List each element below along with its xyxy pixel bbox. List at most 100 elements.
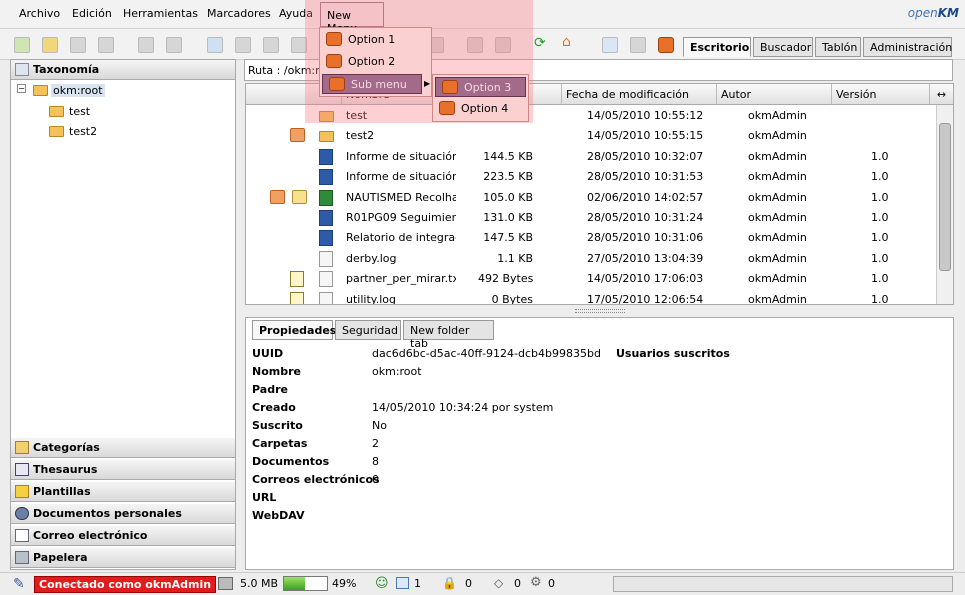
users-count: 1	[414, 577, 421, 590]
menu-submenu[interactable]: Sub menu	[322, 74, 422, 94]
tag-icon[interactable]: ◇	[494, 576, 503, 590]
cell-name[interactable]: utility.log	[346, 293, 456, 304]
cell-size: 147.5 KB	[483, 231, 533, 245]
tab-tablon[interactable]: Tablón	[815, 37, 861, 57]
lock-icon[interactable]	[138, 37, 154, 53]
tab-propiedades[interactable]: Propiedades	[252, 320, 336, 340]
section-papelera[interactable]: Papelera	[11, 548, 235, 568]
scrollbar-thumb[interactable]	[939, 123, 951, 271]
new-menu-toolbar-icon[interactable]	[658, 37, 674, 53]
cell-author: okmAdmin	[748, 251, 807, 265]
cell-name[interactable]: R01PG09 Seguimiento	[346, 211, 456, 224]
folder-icon	[319, 131, 334, 143]
edit-icon[interactable]	[235, 37, 251, 53]
download-icon[interactable]	[70, 37, 86, 53]
table-row[interactable]: derby.log 1.1 KB 27/05/2010 13:04:39 okmAdm…	[246, 249, 936, 269]
table-row[interactable]: partner_per_mirar.txt 492 Bytes 14/05/2010…	[246, 269, 936, 289]
prop-value: 0	[372, 473, 379, 486]
printer-icon[interactable]	[630, 37, 646, 53]
option-label: Sub menu	[351, 78, 407, 91]
tab-escritorio[interactable]: Escritorio	[683, 37, 751, 57]
splitter-handle[interactable]	[575, 309, 625, 313]
cell-name[interactable]: Relatorio de integraça	[346, 231, 456, 244]
collapse-icon[interactable]: −	[17, 84, 26, 93]
prop-value: 14/05/2010 10:34:24 por system	[372, 401, 554, 414]
taxonomy-header[interactable]: Taxonomía	[11, 60, 235, 80]
properties-panel: Propiedades Seguridad New folder tab UUI…	[245, 317, 954, 570]
section-documentos-personales[interactable]: Documentos personales	[11, 504, 235, 524]
unlock-icon[interactable]	[166, 37, 182, 53]
prop-label: WebDAV	[252, 509, 305, 522]
scanner-icon[interactable]	[602, 37, 618, 53]
menu-option-1[interactable]: Option 1	[320, 30, 431, 50]
word-doc-icon	[319, 148, 333, 165]
section-correo[interactable]: Correo electrónico	[11, 526, 235, 546]
menu-marcadores[interactable]: Marcadores	[207, 7, 271, 20]
left-panel: Taxonomía − okm:root test test2 Categorí…	[10, 59, 236, 570]
cell-name[interactable]: Informe de situación	[346, 170, 456, 183]
file-icon	[319, 291, 333, 304]
menu-herramientas[interactable]: Herramientas	[123, 7, 198, 20]
openkm-logo: openKM	[907, 6, 959, 20]
column-resize-icon[interactable]: ↔	[930, 84, 953, 105]
home-icon[interactable]: ⌂	[562, 34, 578, 50]
table-row[interactable]: test2 14/05/2010 10:55:15 okmAdmin	[246, 126, 936, 146]
table-row[interactable]: NAUTISMED Recolha 105.0 KB 02/06/2010 14:0…	[246, 188, 936, 208]
download-pdf-icon[interactable]	[98, 37, 114, 53]
menu-new-menu[interactable]: New Menu	[320, 2, 384, 35]
tree-item-test[interactable]: test	[69, 105, 90, 118]
menu-option-2[interactable]: Option 2	[320, 52, 431, 72]
cell-name[interactable]: NAUTISMED Recolha	[346, 191, 456, 204]
connected-badge: Conectado como okmAdmin	[34, 576, 217, 593]
excel-doc-icon	[319, 189, 333, 206]
checkin-icon[interactable]	[263, 37, 279, 53]
table-row[interactable]: Informe de situación 223.5 KB 28/05/2010 1…	[246, 167, 936, 187]
col-header-author[interactable]: Autor	[717, 84, 832, 105]
storage-progress	[283, 576, 328, 591]
find-folder-icon[interactable]	[42, 37, 58, 53]
cog-icon[interactable]: ⚙	[530, 575, 542, 590]
table-row[interactable]: Informe de situación 144.5 KB 28/05/2010 1…	[246, 147, 936, 167]
menu-option-3[interactable]: Option 3	[435, 77, 526, 97]
menu-edicion[interactable]: Edición	[72, 7, 112, 20]
refresh-icon[interactable]: ⟳	[534, 35, 550, 51]
section-categorias[interactable]: Categorías	[11, 438, 235, 458]
envelope-icon	[15, 529, 29, 542]
tab-new-folder[interactable]: New folder tab	[403, 320, 494, 350]
cell-name[interactable]: partner_per_mirar.txt	[346, 272, 456, 285]
col-header-date[interactable]: Fecha de modificación	[562, 84, 717, 105]
table-row[interactable]: Relatorio de integraça 147.5 KB 28/05/2010…	[246, 228, 936, 248]
cell-author: okmAdmin	[748, 190, 807, 204]
cell-author: okmAdmin	[748, 272, 807, 286]
table-row[interactable]: R01PG09 Seguimiento 131.0 KB 28/05/2010 10…	[246, 208, 936, 228]
cell-name[interactable]: test2	[346, 129, 456, 142]
cell-date: 02/06/2010 14:02:57	[587, 190, 704, 204]
prop-label: Documentos	[252, 455, 330, 468]
message-area	[613, 576, 953, 592]
chat-icon[interactable]	[396, 577, 409, 589]
tree-root[interactable]: okm:root	[51, 84, 105, 97]
table-row[interactable]: utility.log 0 Bytes 17/05/2010 12:06:54 okm…	[246, 290, 936, 304]
vertical-scrollbar[interactable]	[936, 105, 953, 304]
create-folder-icon[interactable]	[14, 37, 30, 53]
tree-item-test2[interactable]: test2	[69, 125, 97, 138]
users-icon[interactable]: ☺	[375, 576, 389, 591]
col-header-version[interactable]: Versión	[832, 84, 930, 105]
tab-buscador[interactable]: Buscador	[753, 37, 813, 57]
section-plantillas[interactable]: Plantillas	[11, 482, 235, 502]
cell-date: 28/05/2010 10:31:24	[587, 211, 704, 224]
option-icon	[326, 54, 342, 68]
lock-status-icon[interactable]: 🔒	[442, 576, 457, 590]
option-icon	[326, 32, 342, 46]
prop-value: okm:root	[372, 365, 422, 378]
tab-administracion[interactable]: Administración	[863, 37, 952, 57]
cell-name[interactable]: Informe de situación	[346, 150, 456, 163]
cell-name[interactable]: derby.log	[346, 252, 456, 265]
menu-archivo[interactable]: Archivo	[19, 7, 60, 20]
tasks-count: 0	[548, 577, 555, 590]
section-thesaurus[interactable]: Thesaurus	[11, 460, 235, 480]
tab-seguridad[interactable]: Seguridad	[335, 320, 401, 340]
menu-option-4[interactable]: Option 4	[433, 99, 528, 119]
add-document-icon[interactable]	[207, 37, 223, 53]
section-label: Documentos personales	[33, 507, 182, 520]
